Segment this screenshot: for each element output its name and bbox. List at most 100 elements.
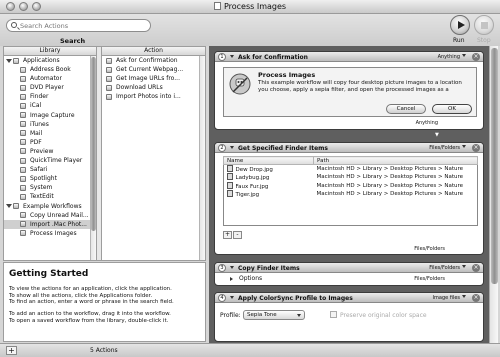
library-item[interactable]: iCal <box>4 101 96 110</box>
action-scrollbar[interactable] <box>199 56 205 260</box>
remove-action-icon[interactable]: × <box>472 294 480 302</box>
library-item-label: PDF <box>30 138 42 146</box>
options-label[interactable]: Options <box>239 275 262 282</box>
library-scroll-thumb[interactable] <box>91 57 96 231</box>
help-line: To open a saved workflow from the librar… <box>9 317 169 324</box>
help-line: To find an action, enter a word or phras… <box>9 299 174 305</box>
library-item[interactable]: Example Workflows <box>4 202 96 211</box>
action-header[interactable]: 3 Copy Finder Items Files/Folders × <box>215 263 483 273</box>
table-row[interactable]: Faux Fur.jpg Macintosh HD > Library > De… <box>224 182 478 191</box>
add-item-button[interactable]: + <box>223 231 232 239</box>
library-item-label: Process Images <box>30 229 77 237</box>
action-copy-finder-items[interactable]: 3 Copy Finder Items Files/Folders × Opti… <box>214 262 484 286</box>
action-item[interactable]: Ask for Confirmation <box>103 56 196 65</box>
action-item-label: Get Current Webpag... <box>116 66 184 74</box>
action-header[interactable]: 4 Apply ColorSync Profile to Images Imag… <box>215 293 483 303</box>
library-item[interactable]: PDF <box>4 138 96 147</box>
pane-splitter[interactable] <box>96 47 102 260</box>
library-item[interactable]: Copy Unread Mail... <box>4 211 96 220</box>
library-item[interactable]: Image Capture <box>4 111 96 120</box>
disclosure-triangle-icon[interactable] <box>230 146 234 149</box>
folder-icon <box>13 57 19 64</box>
disclosure-triangle-icon[interactable] <box>230 55 234 58</box>
action-apply-colorsync-profile[interactable]: 4 Apply ColorSync Profile to Images Imag… <box>214 292 484 342</box>
library-item[interactable]: Preview <box>4 147 96 156</box>
table-row[interactable]: Dew Drop.jpg Macintosh HD > Library > De… <box>224 165 478 173</box>
action-icon <box>106 66 112 73</box>
library-item[interactable]: Applications <box>4 56 96 65</box>
run-label: Run <box>453 37 465 44</box>
action-type-menu[interactable]: Files/Folders <box>429 265 466 271</box>
path-column-header[interactable]: Path <box>313 156 478 165</box>
action-type-menu[interactable]: Anything <box>438 54 466 60</box>
action-item[interactable]: Get Current Webpag... <box>103 65 196 74</box>
library-item-label: Applications <box>23 57 60 64</box>
file-name: Ladybug.jpg <box>224 173 314 182</box>
connector-arrow-icon: ▼ <box>435 132 439 138</box>
app-icon <box>20 130 26 137</box>
library-item[interactable]: QuickTime Player <box>4 156 96 165</box>
library-item[interactable]: iTunes <box>4 120 96 129</box>
library-item[interactable]: Automator <box>4 74 96 83</box>
getting-started-title: Getting Started <box>9 269 89 279</box>
action-item[interactable]: Import Photos into i... <box>103 92 196 101</box>
action-name: Copy Finder Items <box>238 264 300 272</box>
library-item-label: System <box>30 184 53 192</box>
profile-select[interactable]: Sepia Tone <box>243 310 305 320</box>
action-ask-for-confirmation[interactable]: 1 Ask for Confirmation Anything × Proces… <box>214 51 484 130</box>
action-item[interactable]: Download URLs <box>103 83 196 92</box>
library-item[interactable]: System <box>4 183 96 192</box>
app-icon <box>20 66 26 73</box>
options-disclosure-icon[interactable] <box>230 277 233 281</box>
library-item[interactable]: TextEdit <box>4 192 96 201</box>
file-name: Dew Drop.jpg <box>224 165 314 173</box>
remove-action-icon[interactable]: × <box>472 144 480 152</box>
run-button[interactable] <box>450 15 470 35</box>
library-scrollbar[interactable] <box>90 56 96 260</box>
preserve-color-space-label: Preserve original color space <box>340 312 427 319</box>
toolbar: Search Run Stop <box>0 14 500 46</box>
action-type-menu[interactable]: Files/Folders <box>429 145 466 151</box>
remove-action-icon[interactable]: × <box>472 53 480 61</box>
action-item-label: Get Image URLs fro... <box>116 75 180 83</box>
action-header[interactable]: 1 Ask for Confirmation Anything × <box>215 52 483 62</box>
action-icon <box>106 57 112 64</box>
library-item[interactable]: Process Images <box>4 229 96 238</box>
library-item[interactable]: Import .Mac Phot... <box>4 219 96 229</box>
stop-button[interactable] <box>474 15 494 35</box>
disclosure-triangle-icon[interactable] <box>6 58 12 63</box>
workflow-scrollbar[interactable] <box>489 46 498 343</box>
action-get-specified-finder-items[interactable]: 2 Get Specified Finder Items Files/Folde… <box>214 142 484 255</box>
library-item-label: Finder <box>30 93 49 101</box>
remove-item-button[interactable]: - <box>233 231 242 239</box>
add-button[interactable]: + <box>6 346 17 355</box>
cancel-button[interactable]: Cancel <box>386 104 426 114</box>
table-row[interactable]: Tiger.jpg Macintosh HD > Library > Deskt… <box>224 190 478 199</box>
disclosure-triangle-icon[interactable] <box>230 296 234 299</box>
library-item[interactable]: Spotlight <box>4 174 96 183</box>
action-header[interactable]: 2 Get Specified Finder Items Files/Folde… <box>215 143 483 153</box>
library-column-header: Library <box>4 47 96 56</box>
preserve-color-space-checkbox[interactable] <box>330 311 337 318</box>
name-column-header[interactable]: Name <box>223 156 314 165</box>
action-count: 5 Actions <box>90 347 118 354</box>
app-icon <box>20 157 26 164</box>
disclosure-triangle-icon[interactable] <box>6 204 12 208</box>
search-input[interactable] <box>20 21 145 31</box>
disclosure-triangle-icon[interactable] <box>230 266 234 269</box>
remove-action-icon[interactable]: × <box>472 264 480 272</box>
library-item[interactable]: DVD Player <box>4 83 96 92</box>
workflow-scroll-thumb[interactable] <box>491 48 498 284</box>
library-item[interactable]: Address Book <box>4 65 96 74</box>
library-item[interactable]: Safari <box>4 165 96 174</box>
dialog-title: Process Images <box>258 71 316 79</box>
table-row[interactable]: Ladybug.jpg Macintosh HD > Library > Des… <box>224 173 478 182</box>
search-field[interactable] <box>6 19 151 32</box>
app-icon <box>20 148 26 155</box>
library-item[interactable]: Finder <box>4 92 96 101</box>
action-type-menu[interactable]: Image files <box>433 295 466 301</box>
ok-button[interactable]: OK <box>432 104 472 114</box>
action-item[interactable]: Get Image URLs fro... <box>103 74 196 83</box>
library-item[interactable]: Mail <box>4 129 96 138</box>
title-bar: Process Images <box>0 0 500 14</box>
